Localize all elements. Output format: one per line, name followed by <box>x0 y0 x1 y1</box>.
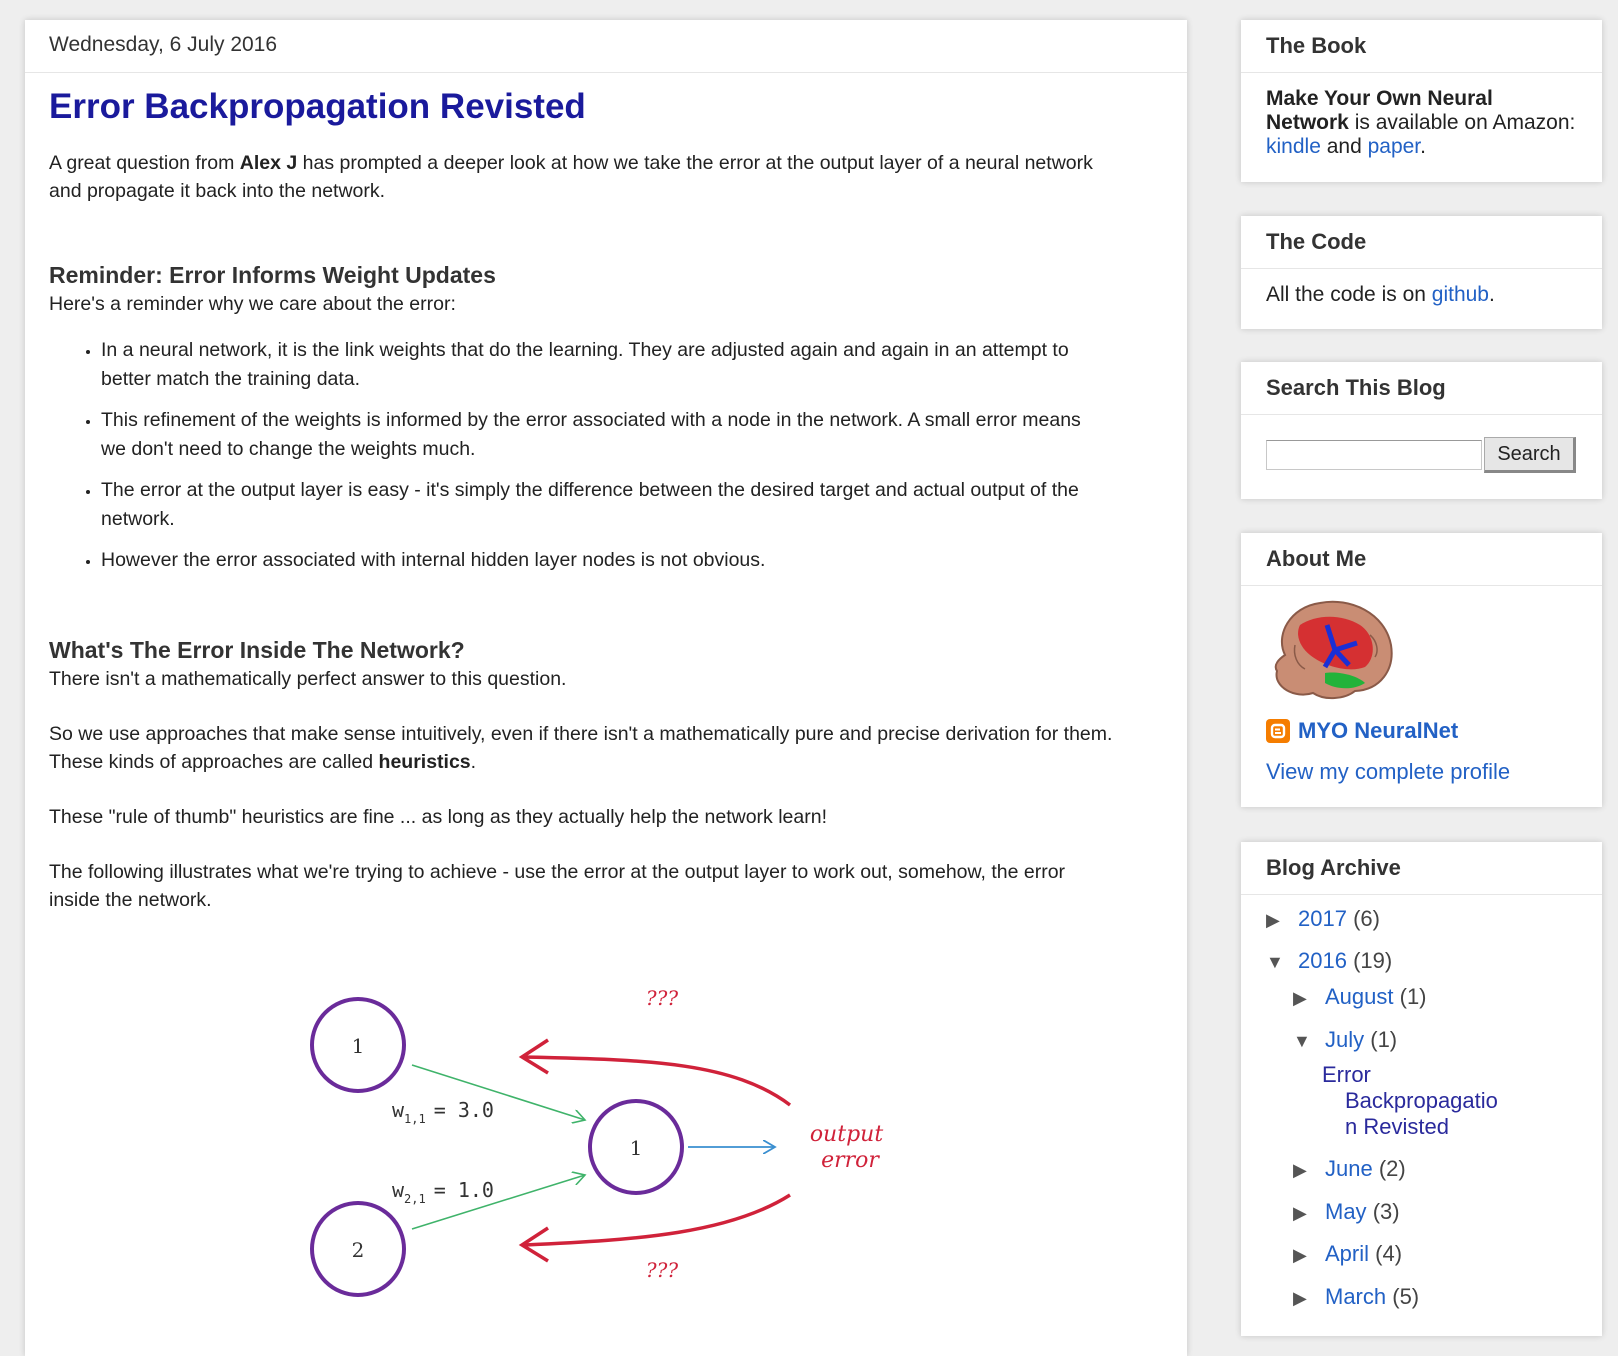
collapsed-arrow-icon[interactable]: ▶ <box>1293 1288 1325 1309</box>
paragraph: So we use approaches that make sense int… <box>49 720 1119 776</box>
widget-title: The Book <box>1241 20 1602 73</box>
search-form: Search <box>1241 415 1602 473</box>
intro-text-start: A great question from <box>49 152 240 174</box>
code-text: All the code is on <box>1266 283 1432 306</box>
archive-month-april[interactable]: ▶ April (4) <box>1293 1241 1402 1267</box>
archive-count: (1) <box>1399 984 1427 1009</box>
post-link-text: n Revisted <box>1345 1114 1449 1139</box>
archive-month-march[interactable]: ▶ March (5) <box>1293 1284 1419 1310</box>
archive-year-link[interactable]: 2017 <box>1298 906 1347 931</box>
archive-post-link[interactable]: Error Backpropagatio n Revisted <box>1322 1062 1498 1140</box>
paragraph-text: . <box>470 751 477 773</box>
expanded-arrow-icon[interactable]: ▼ <box>1293 1031 1325 1052</box>
section-heading-error-inside: What's The Error Inside The Network? <box>49 637 465 663</box>
backprop-diagram: 1 2 1 w1,1 = 3.0 w2,1 = 1.0 output error ?… <box>310 986 890 1297</box>
search-button[interactable]: Search <box>1484 437 1576 473</box>
weight-label-w21: w2,1 = 1.0 <box>392 1178 494 1206</box>
archive-month-may[interactable]: ▶ May (3) <box>1293 1199 1400 1225</box>
archive-count: (2) <box>1378 1156 1406 1181</box>
intro-author: Alex J <box>239 152 298 174</box>
archive-year-2017[interactable]: ▶ 2017 (6) <box>1266 906 1380 932</box>
widget-title: About Me <box>1241 533 1602 586</box>
collapsed-arrow-icon[interactable]: ▶ <box>1293 1203 1325 1224</box>
archive-month-june[interactable]: ▶ June (2) <box>1293 1156 1406 1182</box>
unknown-error-label-top: ??? <box>646 986 678 1010</box>
archive-month-link[interactable]: April <box>1325 1241 1369 1266</box>
expanded-arrow-icon[interactable]: ▼ <box>1266 952 1298 973</box>
unknown-error-label-bottom: ??? <box>646 1258 678 1282</box>
collapsed-arrow-icon[interactable]: ▶ <box>1293 988 1325 1009</box>
paper-link[interactable]: paper <box>1368 135 1421 158</box>
archive-month-link[interactable]: August <box>1325 984 1394 1009</box>
list-item: The error at the output layer is easy - … <box>101 476 1111 534</box>
sidebar-book-widget: The Book Make Your Own Neural Network is… <box>1241 20 1602 182</box>
post-date: Wednesday, 6 July 2016 <box>25 20 1187 73</box>
archive-year-2016[interactable]: ▼ 2016 (19) <box>1266 948 1392 974</box>
collapsed-arrow-icon[interactable]: ▶ <box>1293 1160 1325 1181</box>
widget-title: Blog Archive <box>1241 842 1602 895</box>
output-node-1-label: 1 <box>630 1136 643 1160</box>
list-item: This refinement of the weights is inform… <box>101 406 1111 464</box>
sidebar-about-widget: About Me MYO NeuralNet View my complete … <box>1241 533 1602 807</box>
output-error-label: output error <box>810 1122 890 1173</box>
paragraph: There isn't a mathematically perfect ans… <box>49 668 567 690</box>
archive-count: (4) <box>1375 1241 1403 1266</box>
intro-paragraph: A great question from Alex J has prompte… <box>49 149 1109 205</box>
archive-month-july[interactable]: ▼ July (1) <box>1293 1027 1397 1053</box>
book-description: Make Your Own Neural Network is availabl… <box>1241 73 1602 159</box>
widget-title: Search This Blog <box>1241 362 1602 415</box>
book-text: . <box>1420 135 1426 158</box>
archive-count: (19) <box>1353 948 1393 973</box>
code-description: All the code is on github. <box>1241 269 1602 307</box>
archive-count: (5) <box>1392 1284 1420 1309</box>
profile-brain-image[interactable] <box>1265 595 1395 705</box>
archive-month-link[interactable]: July <box>1325 1027 1364 1052</box>
blogger-icon <box>1266 719 1290 743</box>
profile-name-row: MYO NeuralNet <box>1266 718 1458 744</box>
archive-year-link[interactable]: 2016 <box>1298 948 1347 973</box>
archive-month-link[interactable]: March <box>1325 1284 1386 1309</box>
reminder-list: In a neural network, it is the link weig… <box>49 336 1111 575</box>
collapsed-arrow-icon[interactable]: ▶ <box>1293 1245 1325 1266</box>
archive-count: (1) <box>1370 1027 1398 1052</box>
post-link-text: Error <box>1322 1062 1371 1087</box>
input-node-1-label: 1 <box>352 1034 365 1058</box>
post-body: Error Backpropagation Revisted A great q… <box>25 85 1187 914</box>
post-link-text: Backpropagatio <box>1345 1088 1498 1113</box>
paragraph: The following illustrates what we're try… <box>49 861 1066 911</box>
paragraph: These "rule of thumb" heuristics are fin… <box>49 806 828 828</box>
backprop-arrow-bottom <box>524 1193 791 1247</box>
profile-name-link[interactable]: MYO NeuralNet <box>1298 718 1458 744</box>
code-text: . <box>1488 283 1495 306</box>
kindle-link[interactable]: kindle <box>1266 135 1321 158</box>
archive-month-link[interactable]: May <box>1325 1199 1367 1224</box>
archive-month-link[interactable]: June <box>1325 1156 1373 1181</box>
widget-title: The Code <box>1241 216 1602 269</box>
sidebar-search-widget: Search This Blog Search <box>1241 362 1602 499</box>
view-profile-link[interactable]: View my complete profile <box>1266 759 1510 785</box>
github-link[interactable]: github <box>1432 283 1489 306</box>
book-text: and <box>1320 135 1368 158</box>
heuristics-term: heuristics <box>378 751 471 773</box>
input-node-2-label: 2 <box>352 1238 365 1262</box>
section-heading-reminder: Reminder: Error Informs Weight Updates <box>49 262 496 288</box>
book-text: is available on Amazon: <box>1348 111 1576 134</box>
collapsed-arrow-icon[interactable]: ▶ <box>1266 910 1298 931</box>
list-item: In a neural network, it is the link weig… <box>101 336 1111 394</box>
list-item: However the error associated with intern… <box>101 546 1111 575</box>
archive-month-august[interactable]: ▶ August (1) <box>1293 984 1427 1010</box>
sidebar-code-widget: The Code All the code is on github. <box>1241 216 1602 329</box>
archive-count: (3) <box>1372 1199 1400 1224</box>
sidebar-archive-widget: Blog Archive ▶ 2017 (6) ▼ 2016 (19) ▶ Augus… <box>1241 842 1602 1336</box>
post-title[interactable]: Error Backpropagation Revisted <box>49 85 1163 129</box>
backprop-arrow-top <box>524 1055 792 1107</box>
archive-count: (6) <box>1353 906 1380 931</box>
search-input[interactable] <box>1266 440 1482 470</box>
reminder-lead: Here's a reminder why we care about the … <box>49 293 456 315</box>
weight-label-w11: w1,1 = 3.0 <box>392 1098 494 1126</box>
paragraph-text: So we use approaches that make sense int… <box>49 723 1113 773</box>
